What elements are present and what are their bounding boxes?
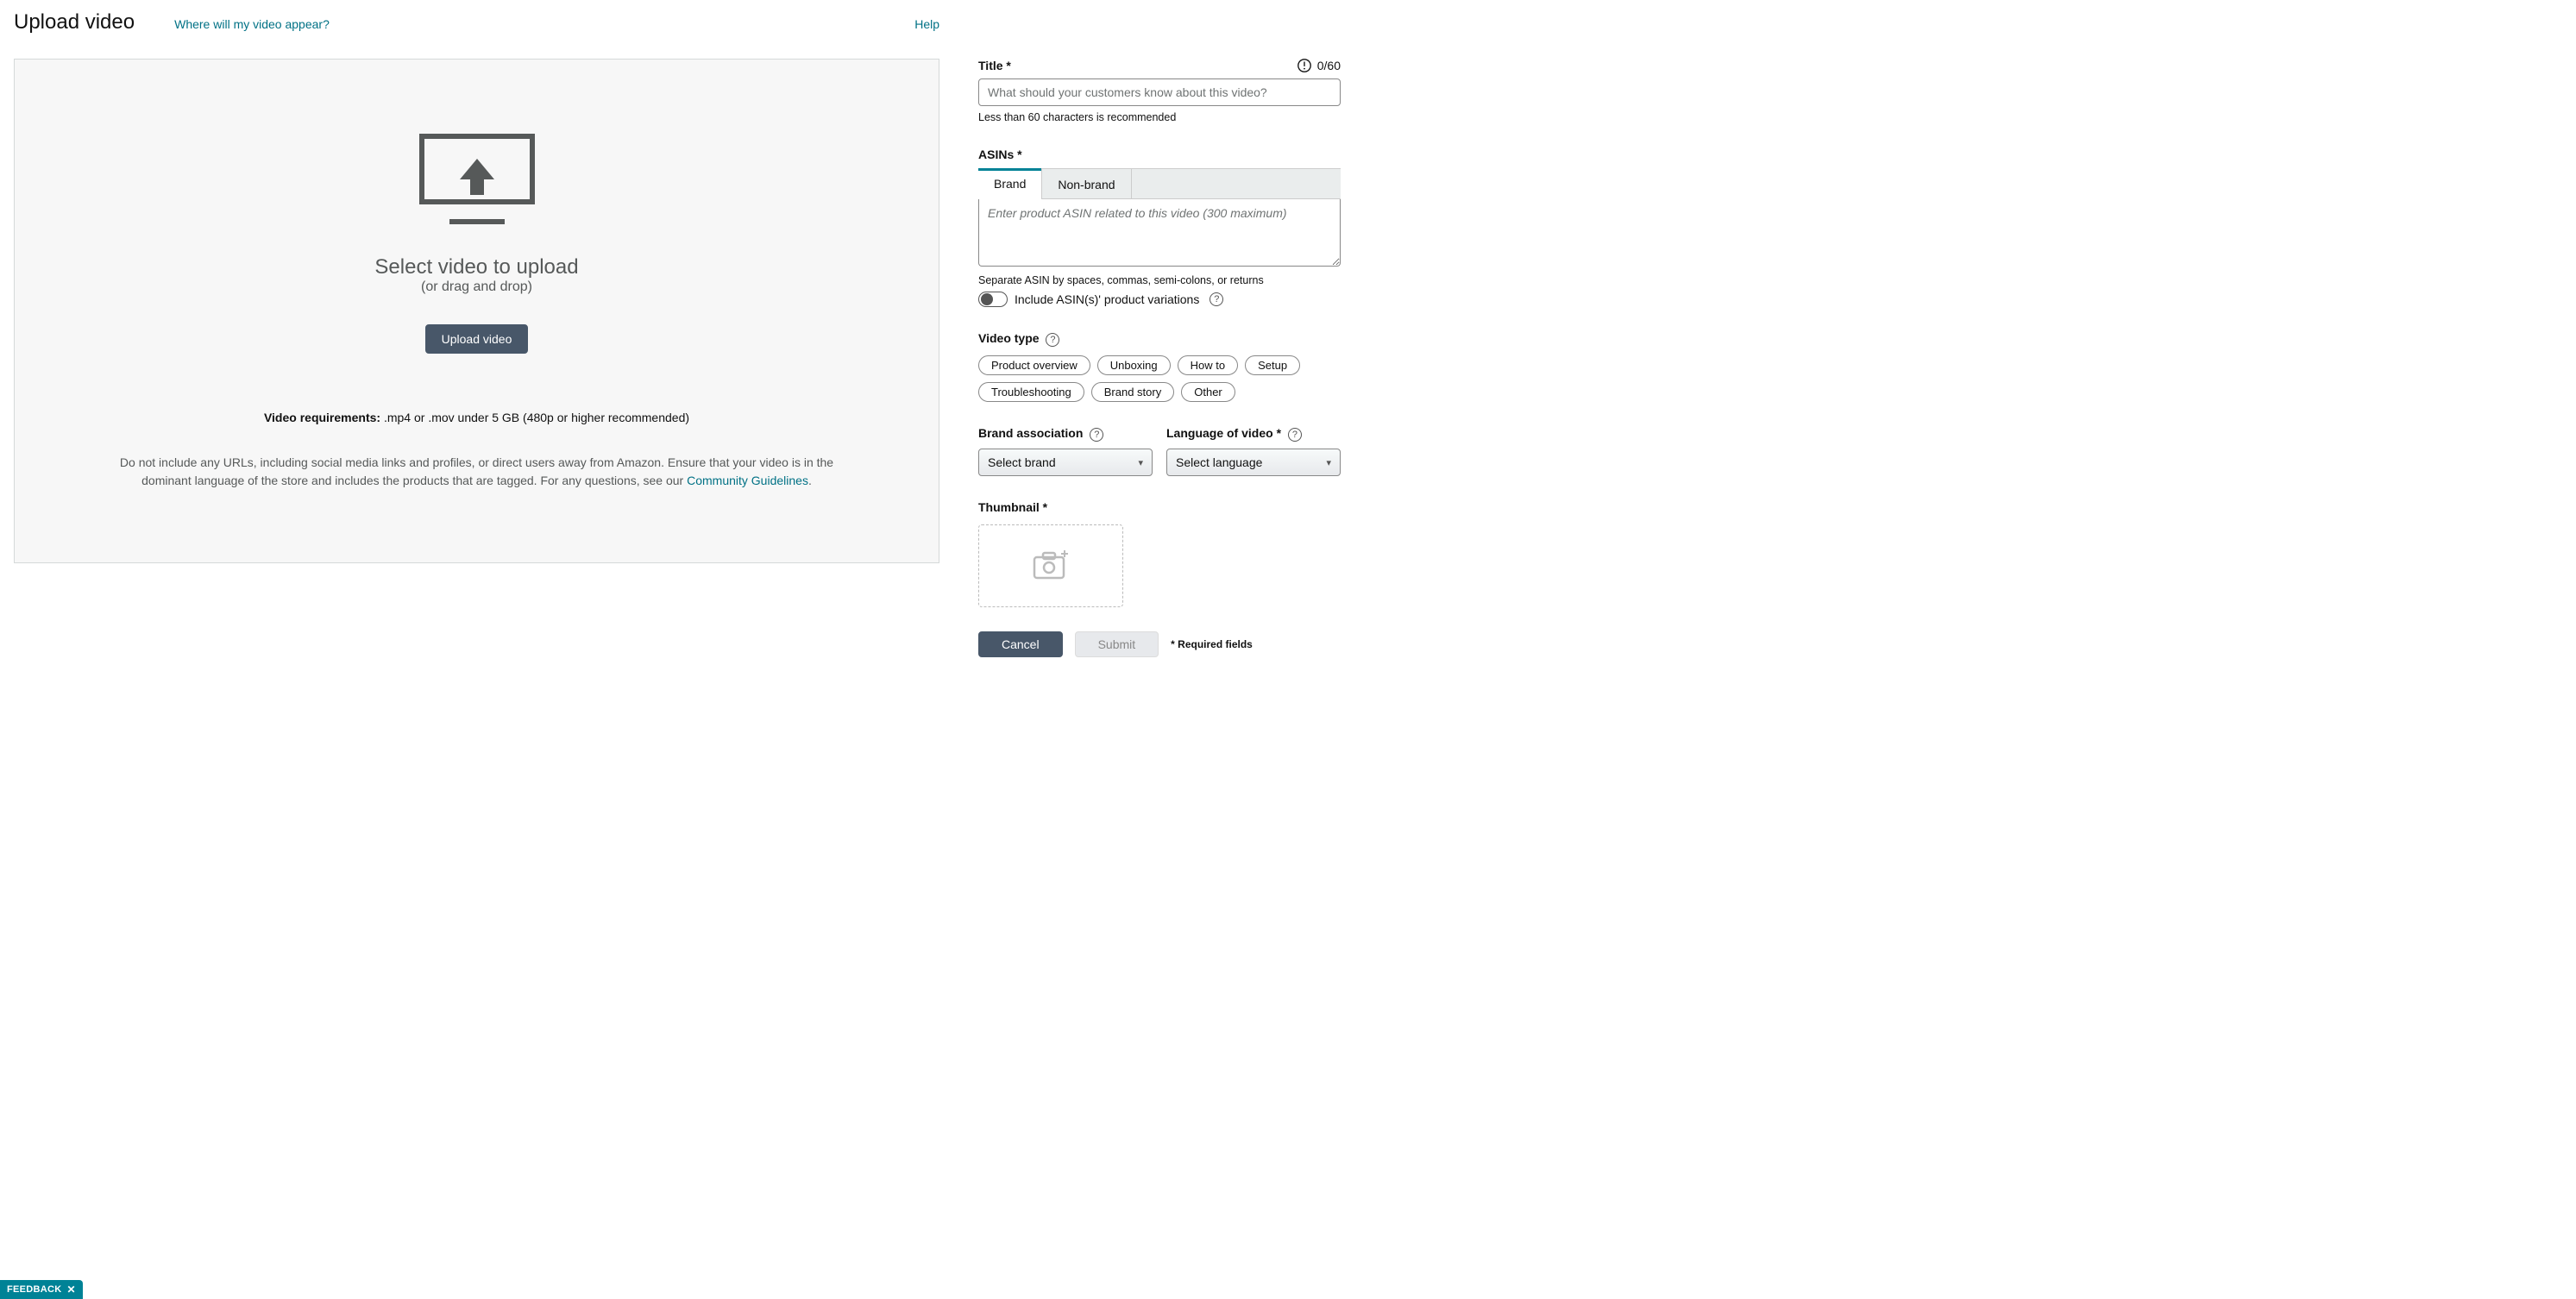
community-guidelines-link[interactable]: Community Guidelines: [687, 474, 808, 487]
help-link[interactable]: Help: [914, 17, 939, 31]
include-variations-label: Include ASIN(s)' product variations: [1015, 292, 1199, 306]
chip-setup[interactable]: Setup: [1245, 355, 1300, 375]
required-fields-note: * Required fields: [1171, 638, 1253, 650]
title-helper: Less than 60 characters is recommended: [978, 111, 1341, 123]
video-type-block: Video type ? Product overview Unboxing H…: [978, 331, 1341, 402]
chip-troubleshooting[interactable]: Troubleshooting: [978, 382, 1084, 402]
video-type-label: Video type: [978, 331, 1040, 345]
close-icon[interactable]: ✕: [67, 1283, 76, 1296]
chip-unboxing[interactable]: Unboxing: [1097, 355, 1171, 375]
chevron-down-icon: ▾: [1138, 457, 1143, 468]
title-counter: 0/60: [1317, 59, 1341, 72]
cancel-button[interactable]: Cancel: [978, 631, 1063, 657]
thumbnail-label: Thumbnail *: [978, 500, 1047, 514]
language-select[interactable]: Select language ▾: [1166, 449, 1341, 476]
video-requirements-label: Video requirements:: [264, 411, 380, 424]
chip-how-to[interactable]: How to: [1178, 355, 1238, 375]
where-link[interactable]: Where will my video appear?: [174, 17, 330, 31]
brand-select-value: Select brand: [988, 455, 1056, 469]
chevron-down-icon: ▾: [1326, 457, 1331, 468]
asin-tabs: Brand Non-brand: [978, 168, 1341, 199]
language-block: Language of video * ? Select language ▾: [1166, 426, 1341, 476]
language-label: Language of video *: [1166, 426, 1281, 440]
asins-field-block: ASINs * Brand Non-brand Separate ASIN by…: [978, 147, 1341, 307]
chip-product-overview[interactable]: Product overview: [978, 355, 1090, 375]
tab-brand[interactable]: Brand: [978, 168, 1041, 199]
info-icon[interactable]: ?: [1046, 333, 1059, 347]
chip-brand-story[interactable]: Brand story: [1091, 382, 1174, 402]
thumbnail-block: Thumbnail *: [978, 500, 1341, 607]
asin-helper: Separate ASIN by spaces, commas, semi-co…: [978, 274, 1341, 286]
camera-plus-icon: [1032, 550, 1070, 581]
brand-association-block: Brand association ? Select brand ▾: [978, 426, 1153, 476]
dropzone-subtext: (or drag and drop): [421, 279, 532, 295]
info-icon[interactable]: ?: [1090, 428, 1103, 442]
video-type-chips: Product overview Unboxing How to Setup T…: [978, 355, 1341, 402]
feedback-label: FEEDBACK: [7, 1284, 62, 1295]
tab-non-brand[interactable]: Non-brand: [1041, 168, 1131, 199]
tabs-fill: [1132, 168, 1341, 199]
title-field-block: Title * 0/60 Less than 60 characters is …: [978, 58, 1341, 123]
upload-note: Do not include any URLs, including socia…: [118, 454, 835, 490]
submit-button[interactable]: Submit: [1075, 631, 1159, 657]
thumbnail-upload[interactable]: [978, 524, 1123, 607]
brand-select[interactable]: Select brand ▾: [978, 449, 1153, 476]
asins-label: ASINs *: [978, 147, 1341, 161]
brand-label: Brand association: [978, 426, 1083, 440]
info-icon[interactable]: ?: [1209, 292, 1223, 306]
video-dropzone[interactable]: Select video to upload (or drag and drop…: [14, 59, 939, 563]
info-icon[interactable]: ?: [1288, 428, 1302, 442]
form-footer: Cancel Submit * Required fields: [978, 631, 1341, 657]
feedback-tab[interactable]: FEEDBACK ✕: [0, 1280, 83, 1299]
upload-monitor-icon: [418, 133, 536, 228]
page-title: Upload video: [14, 10, 135, 35]
chip-other[interactable]: Other: [1181, 382, 1235, 402]
title-input[interactable]: [978, 78, 1341, 106]
dropzone-heading: Select video to upload: [374, 255, 578, 279]
title-label: Title *: [978, 59, 1011, 72]
video-requirements-text: .mp4 or .mov under 5 GB (480p or higher …: [380, 411, 689, 424]
include-variations-toggle[interactable]: [978, 292, 1008, 307]
language-select-value: Select language: [1176, 455, 1262, 469]
clock-icon: [1297, 58, 1312, 73]
asin-textarea[interactable]: [978, 199, 1341, 267]
upload-note-post: .: [808, 474, 812, 487]
header-row: Upload video Where will my video appear?…: [14, 10, 939, 35]
video-requirements: Video requirements: .mp4 or .mov under 5…: [264, 411, 689, 424]
upload-video-button[interactable]: Upload video: [425, 324, 529, 354]
